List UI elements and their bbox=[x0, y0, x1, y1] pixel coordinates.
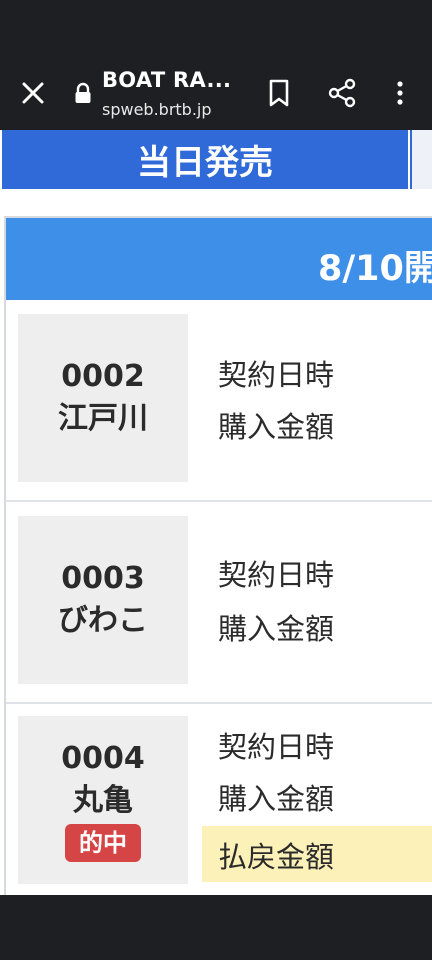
payout-amount-label: 払戻金額 bbox=[218, 840, 335, 874]
purchase-amount-label: 購入金額 bbox=[218, 612, 335, 646]
contract-datetime-label: 契約日時 bbox=[218, 358, 335, 392]
venue-box: 0004 丸亀 的中 bbox=[18, 716, 188, 884]
bet-row[interactable]: 0003 びわこ 契約日時 購入金額 bbox=[6, 502, 432, 704]
navigation-bar bbox=[0, 895, 432, 960]
contract-datetime-label: 契約日時 bbox=[218, 730, 335, 764]
venue-name: 丸亀 bbox=[73, 783, 133, 818]
venue-box: 0002 江戸川 bbox=[18, 314, 188, 482]
venue-name: 江戸川 bbox=[58, 401, 148, 436]
web-content: 当日発売 8/10開催 0002 江戸川 契約日時 購入金額 0003 びわこ … bbox=[0, 130, 432, 895]
contract-datetime-label: 契約日時 bbox=[218, 558, 335, 592]
bookmark-icon[interactable] bbox=[266, 78, 292, 108]
more-vert-icon[interactable] bbox=[392, 78, 408, 108]
bet-number: 0003 bbox=[61, 561, 145, 596]
page-url[interactable]: spweb.brtb.jp bbox=[102, 100, 212, 119]
date-header-label: 8/10開催 bbox=[318, 249, 432, 289]
lock-icon bbox=[74, 82, 92, 104]
bet-number: 0002 bbox=[61, 359, 145, 394]
bet-number: 0004 bbox=[61, 741, 145, 776]
purchase-amount-label: 購入金額 bbox=[218, 782, 335, 816]
browser-toolbar: BOAT RA... spweb.brtb.jp bbox=[0, 56, 432, 130]
tab-next[interactable] bbox=[410, 130, 432, 189]
bet-list-panel: 8/10開催 0002 江戸川 契約日時 購入金額 0003 びわこ 契約日時 … bbox=[4, 216, 432, 895]
hit-badge: 的中 bbox=[65, 824, 141, 862]
share-icon[interactable] bbox=[328, 78, 356, 108]
status-bar bbox=[0, 0, 432, 56]
bet-row[interactable]: 0004 丸亀 的中 契約日時 購入金額 払戻金額 bbox=[6, 704, 432, 895]
date-header: 8/10開催 bbox=[6, 218, 432, 300]
tab-same-day-sale[interactable]: 当日発売 bbox=[2, 130, 408, 189]
purchase-amount-label: 購入金額 bbox=[218, 410, 335, 444]
page-title: BOAT RA... bbox=[102, 68, 232, 92]
bet-row[interactable]: 0002 江戸川 契約日時 購入金額 bbox=[6, 300, 432, 502]
venue-box: 0003 びわこ bbox=[18, 516, 188, 684]
close-icon[interactable] bbox=[18, 78, 48, 108]
venue-name: びわこ bbox=[58, 603, 148, 638]
